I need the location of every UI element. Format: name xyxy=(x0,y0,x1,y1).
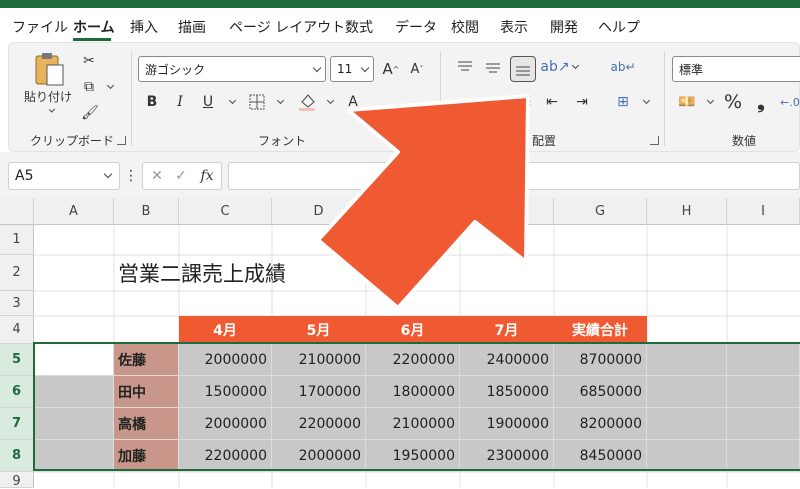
column-header-i[interactable]: I xyxy=(727,198,800,225)
enter-icon[interactable]: ✓ xyxy=(171,166,191,186)
font-name-select[interactable]: 游ゴシック xyxy=(138,56,326,82)
menu-developer[interactable]: 開発 xyxy=(550,17,578,37)
wrap-text-icon[interactable]: ab↵ xyxy=(610,56,635,78)
name-box[interactable]: A5 xyxy=(8,162,120,190)
header-cell-may[interactable]: 5月 xyxy=(272,316,366,344)
sheet-title-cell[interactable]: 営業二課売上成績 xyxy=(118,258,286,288)
underline-icon[interactable]: U xyxy=(198,92,218,112)
header-cell-total[interactable]: 実績合計 xyxy=(554,316,647,344)
increase-font-size-icon[interactable]: A ^ xyxy=(380,56,402,82)
font-color-icon[interactable]: A xyxy=(344,92,362,112)
header-cell-jun[interactable]: 6月 xyxy=(366,316,460,344)
formula-buttons: ✕ ✓ fx xyxy=(142,162,222,190)
header-cell-apr[interactable]: 4月 xyxy=(179,316,272,344)
column-header-a[interactable]: A xyxy=(34,198,114,225)
more-options-icon[interactable]: ⋮ xyxy=(124,166,138,186)
row-header-6[interactable]: 6 xyxy=(0,376,34,408)
paste-label[interactable]: 貼り付け xyxy=(22,88,74,104)
menu-page-layout[interactable]: ページ レイアウト xyxy=(229,17,345,37)
group-separator xyxy=(440,52,441,146)
align-right-icon[interactable]: ☰ xyxy=(518,92,532,112)
row-header-7[interactable]: 7 xyxy=(0,408,34,440)
menu-help[interactable]: ヘルプ xyxy=(598,17,640,37)
borders-icon[interactable] xyxy=(246,92,268,112)
menu-insert[interactable]: 挿入 xyxy=(130,17,158,37)
increase-indent-icon[interactable]: ⇥ xyxy=(572,92,592,112)
copy-chevron-down-icon[interactable] xyxy=(100,78,114,96)
select-all-corner[interactable] xyxy=(0,198,34,225)
insert-function-icon[interactable]: fx xyxy=(197,166,217,186)
copy-icon[interactable]: ⧉ xyxy=(78,78,100,96)
paste-chevron-down-icon[interactable] xyxy=(44,104,56,118)
formula-input[interactable] xyxy=(228,162,800,190)
menu-review[interactable]: 校閲 xyxy=(451,17,479,37)
decrease-indent-icon[interactable]: ⇤ xyxy=(542,92,562,112)
column-header-b[interactable]: B xyxy=(114,198,179,225)
active-tab-indicator xyxy=(73,38,111,41)
orientation-chevron-down-icon[interactable] xyxy=(566,56,579,78)
row-header-4[interactable]: 4 xyxy=(0,316,34,344)
row-header-8[interactable]: 8 xyxy=(0,440,34,472)
selection-border xyxy=(33,342,800,471)
bold-icon[interactable]: B xyxy=(142,92,162,112)
row-header-1[interactable]: 1 xyxy=(0,225,34,255)
merge-center-icon[interactable]: ⊞ xyxy=(612,92,634,112)
column-header-c[interactable]: C xyxy=(179,198,272,225)
number-format-select[interactable]: 標準 xyxy=(672,56,800,82)
font-name-value: 游ゴシック xyxy=(145,62,206,77)
cut-icon[interactable]: ✂ xyxy=(80,52,98,70)
menu-data[interactable]: データ xyxy=(395,17,437,37)
align-middle-icon[interactable] xyxy=(482,56,504,78)
title-bar-strip xyxy=(0,0,800,8)
menu-view[interactable]: 表示 xyxy=(500,17,528,37)
clipboard-launcher-icon[interactable] xyxy=(117,136,126,145)
fill-color-icon[interactable] xyxy=(296,90,318,114)
currency-chevron-down-icon[interactable] xyxy=(700,92,714,112)
merge-chevron-down-icon[interactable] xyxy=(636,92,650,112)
column-header-e[interactable]: E xyxy=(366,198,460,225)
italic-icon[interactable]: I xyxy=(170,92,190,112)
row-header-9[interactable]: 9 xyxy=(0,472,34,489)
orientation-icon[interactable]: ab↗ xyxy=(540,56,569,78)
row-header-2[interactable]: 2 xyxy=(0,255,34,291)
paste-icon[interactable] xyxy=(30,50,68,88)
increase-decimal-icon[interactable]: ←.0 xyxy=(780,92,800,112)
alignment-group-label: 配置 xyxy=(532,134,557,148)
fill-color-chevron-down-icon[interactable] xyxy=(320,92,334,112)
row-header-3[interactable]: 3 xyxy=(0,291,34,316)
menu-home[interactable]: ホーム xyxy=(73,17,115,37)
align-bottom-icon[interactable] xyxy=(510,56,536,82)
name-box-value: A5 xyxy=(15,168,34,184)
menu-bar: ファイル ホーム 挿入 描画 ページ レイアウト 数式 データ 校閲 表示 開発… xyxy=(0,8,800,42)
underline-chevron-down-icon[interactable] xyxy=(222,92,236,112)
menu-formulas[interactable]: 数式 xyxy=(345,17,373,37)
row-header-5[interactable]: 5 xyxy=(0,344,34,376)
number-group-label: 数値 xyxy=(732,134,757,148)
font-size-value: 11 xyxy=(337,62,353,76)
column-header-h[interactable]: H xyxy=(647,198,727,225)
group-separator xyxy=(664,52,665,146)
clipboard-group-label: クリップボード xyxy=(30,134,115,148)
number-format-value: 標準 xyxy=(679,62,704,77)
currency-icon[interactable]: 💴 xyxy=(676,92,698,112)
column-header-g[interactable]: G xyxy=(554,198,647,225)
menu-file[interactable]: ファイル xyxy=(12,17,68,37)
font-size-select[interactable]: 11 xyxy=(330,56,374,82)
comma-style-icon[interactable]: ❟ xyxy=(752,90,770,114)
align-top-icon[interactable] xyxy=(454,56,476,78)
alignment-launcher-icon[interactable] xyxy=(650,136,659,145)
format-painter-icon[interactable]: 🖌 xyxy=(80,104,100,122)
header-cell-jul[interactable]: 7月 xyxy=(460,316,554,344)
percent-style-icon[interactable]: % xyxy=(722,90,744,114)
decrease-font-size-icon[interactable]: Aˇ xyxy=(406,56,428,82)
menu-draw[interactable]: 描画 xyxy=(178,17,206,37)
column-header-f[interactable]: F xyxy=(460,198,554,225)
column-header-d[interactable]: D xyxy=(272,198,366,225)
cancel-icon[interactable]: ✕ xyxy=(147,166,167,186)
borders-chevron-down-icon[interactable] xyxy=(270,92,284,112)
group-separator xyxy=(131,52,132,146)
font-group-label: フォント xyxy=(258,134,307,148)
